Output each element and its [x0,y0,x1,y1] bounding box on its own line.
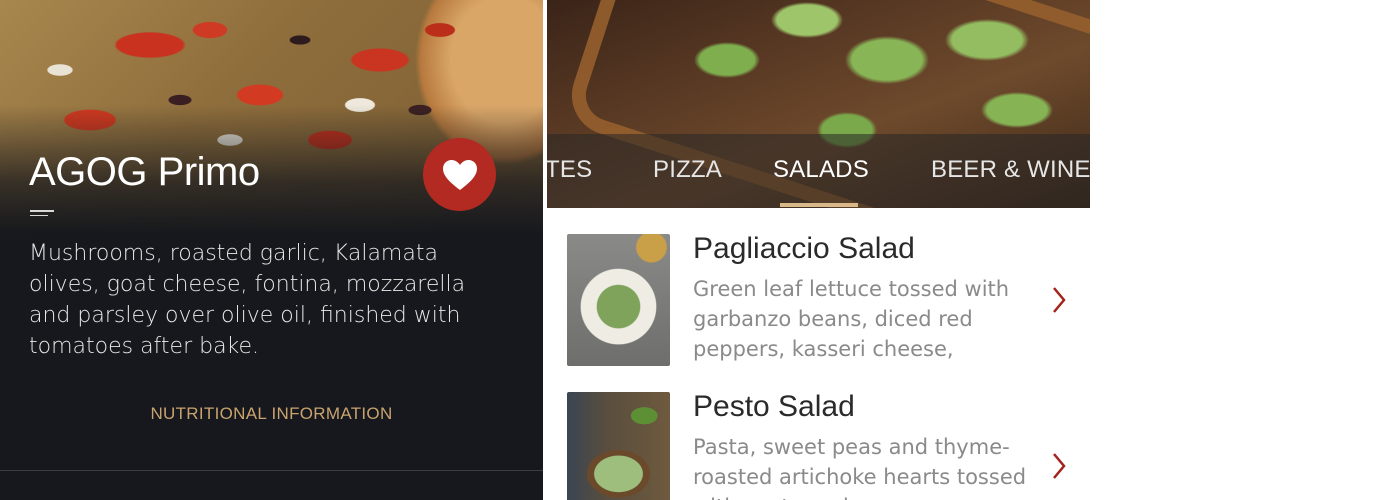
list-item-description: Green leaf lettuce tossed with garbanzo … [693,277,1010,361]
item-detail-panel: AGOG Primo Mushrooms, roasted garlic, Ka… [0,0,543,500]
chevron-right-icon[interactable] [1051,452,1067,480]
favorite-button[interactable] [423,138,496,211]
tab-small-plates[interactable]: TES [547,156,592,184]
list-item[interactable]: Pesto Salad Pasta, sweet peas and thyme-… [547,366,1090,500]
pesto-salad-thumbnail [567,392,670,500]
nutritional-information-link[interactable]: NUTRITIONAL INFORMATION [0,404,543,424]
heart-icon [442,159,477,190]
item-description: Mushrooms, roasted garlic, Kalamata oliv… [29,241,466,359]
list-item-title: Pagliaccio Salad [693,232,915,265]
list-item[interactable]: Pagliaccio Salad Green leaf lettuce toss… [547,208,1090,366]
list-item-title: Pesto Salad [693,390,855,423]
tab-salads[interactable]: SALADS [773,156,869,184]
item-title: AGOG Primo [29,150,260,194]
chevron-right-icon[interactable] [1051,286,1067,314]
menu-list-panel: TES PIZZA SALADS BEER & WINE Pagliaccio … [547,0,1090,500]
tab-beer-wine[interactable]: BEER & WINE [931,156,1090,184]
tab-pizza[interactable]: PIZZA [653,156,722,184]
active-tab-indicator [780,203,858,207]
list-item-description: Pasta, sweet peas and thyme-roasted arti… [693,435,1027,500]
divider [0,470,543,471]
pagliaccio-salad-thumbnail [567,234,670,366]
category-tabbar: TES PIZZA SALADS BEER & WINE [547,134,1090,208]
menu-lines-icon[interactable] [30,210,54,222]
